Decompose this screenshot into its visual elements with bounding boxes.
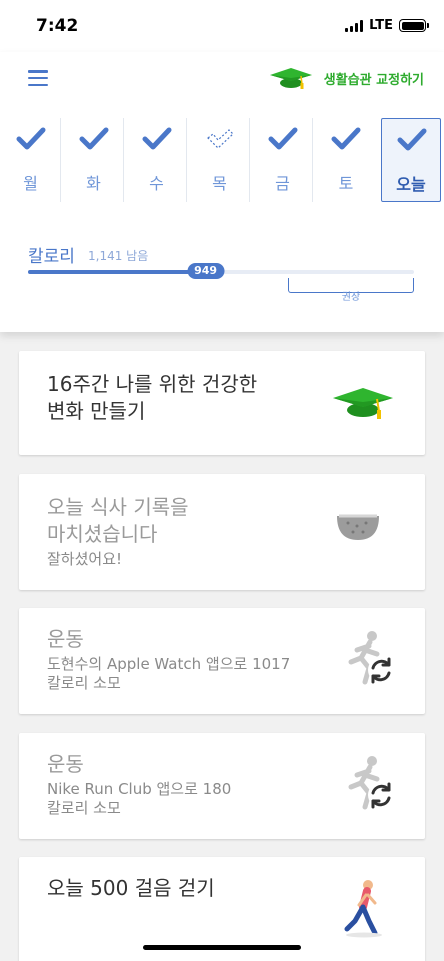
walking-person-icon [344, 880, 382, 938]
day-label: 수 [149, 174, 164, 193]
day-sat[interactable]: 토 [316, 118, 376, 202]
day-thu[interactable]: 목 [190, 118, 250, 202]
missed-check-icon [207, 129, 234, 149]
card-title: 16주간 나를 위한 건강한 변화 만들기 [47, 372, 258, 423]
day-today[interactable]: 오늘 [381, 118, 441, 202]
calorie-value-badge: 949 [187, 263, 225, 279]
card-subtitle: 도현수의 Apple Watch 앱으로 1017 칼로리 소모 [47, 655, 291, 692]
check-icon [16, 127, 46, 150]
check-icon [79, 127, 109, 150]
day-wed[interactable]: 수 [127, 118, 187, 202]
hamburger-menu-icon[interactable] [28, 70, 48, 86]
calorie-remaining: 1,141 남음 [88, 249, 149, 263]
status-indicators: LTE [345, 18, 429, 33]
card-title: 운동 [47, 752, 84, 776]
day-label: 오늘 [396, 175, 426, 194]
calorie-title: 칼로리 [28, 247, 75, 267]
day-mon[interactable]: 월 [1, 118, 61, 202]
day-label: 금 [275, 174, 290, 193]
card-title: 오늘 500 걸음 걷기 [47, 876, 215, 900]
day-label: 월 [23, 174, 38, 193]
weekday-tracker: 월 화 수 목 금 토 오늘 [0, 118, 444, 202]
check-icon [397, 128, 427, 151]
calorie-progress-fill [28, 270, 206, 274]
meal-log-card[interactable]: 오늘 식사 기록을 마치셨습니다 잘하셨어요! [19, 474, 425, 590]
signal-icon [345, 19, 364, 32]
bowl-icon [337, 514, 379, 540]
day-tue[interactable]: 화 [64, 118, 124, 202]
program-card[interactable]: 16주간 나를 위한 건강한 변화 만들기 [19, 351, 425, 455]
day-label: 목 [212, 174, 227, 193]
exercise-card-apple-watch[interactable]: 운동 도현수의 Apple Watch 앱으로 1017 칼로리 소모 [19, 608, 425, 714]
recommended-label: 권장 [341, 292, 361, 303]
card-subtitle: Nike Run Club 앱으로 180 칼로리 소모 [47, 780, 232, 817]
network-label: LTE [369, 18, 393, 33]
daily-summary-header: 생활습관 교정하기 월 화 수 목 금 토 오늘 칼로리 1,141 남음 94… [0, 52, 444, 332]
battery-icon [399, 19, 429, 32]
check-icon [331, 127, 361, 150]
day-label: 화 [86, 174, 101, 193]
day-fri[interactable]: 금 [253, 118, 313, 202]
card-subtitle: 잘하셨어요! [47, 550, 123, 568]
status-bar: 7:42 LTE [0, 0, 444, 52]
card-title: 운동 [47, 627, 84, 651]
program-label: 생활습관 교정하기 [323, 72, 424, 88]
graduation-cap-icon [269, 68, 312, 89]
graduation-cap-icon [333, 388, 393, 419]
check-icon [142, 127, 172, 150]
card-title: 오늘 식사 기록을 마치셨습니다 [47, 495, 189, 546]
program-link[interactable]: 생활습관 교정하기 [268, 66, 424, 90]
exercise-card-nike-run-club[interactable]: 운동 Nike Run Club 앱으로 180 칼로리 소모 [19, 733, 425, 839]
status-time: 7:42 [36, 16, 79, 36]
day-label: 토 [338, 174, 354, 193]
exercise-sync-icon [348, 631, 394, 685]
home-indicator [143, 945, 301, 950]
check-icon [268, 127, 298, 150]
exercise-sync-icon [348, 756, 394, 810]
